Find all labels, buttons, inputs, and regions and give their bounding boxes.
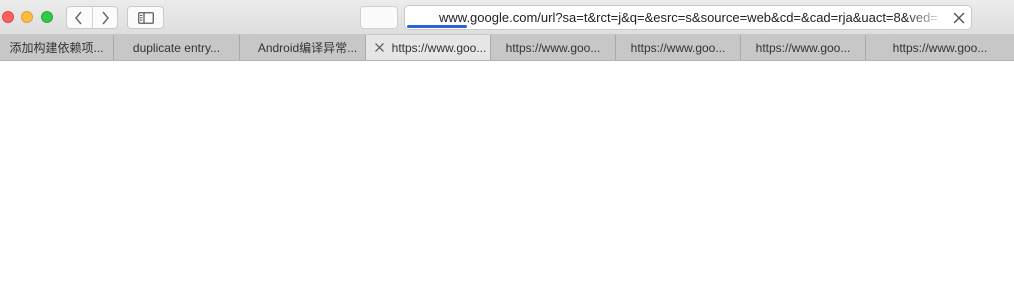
tab[interactable]: https://www.goo... (491, 35, 616, 60)
tab-label: 添加构建依赖项... (9, 41, 104, 55)
sidebar-toggle-button[interactable] (127, 6, 164, 29)
tab[interactable]: duplicate entry... (114, 35, 240, 60)
tab[interactable]: 添加构建依赖项... (0, 35, 114, 60)
tab-label: duplicate entry... (132, 40, 221, 55)
navigation-buttons (66, 6, 118, 29)
address-bar-url[interactable]: www.google.com/url?sa=t&rct=j&q=&esrc=s&… (439, 10, 939, 25)
sidebar-icon (137, 11, 154, 24)
window-close-button[interactable] (2, 11, 14, 23)
close-icon (953, 12, 964, 23)
window-zoom-button[interactable] (41, 11, 53, 23)
extension-button[interactable] (360, 6, 398, 29)
tab-label: https://www.goo... (892, 40, 988, 55)
tab-label: https://www.goo... (505, 40, 601, 55)
page-content (0, 61, 1014, 291)
chevron-left-icon (75, 10, 82, 25)
tab-active[interactable]: https://www.goo... (366, 35, 491, 60)
stop-loading-button[interactable] (950, 9, 967, 26)
url-fade (905, 7, 945, 28)
tab-label: https://www.goo... (630, 40, 726, 55)
back-button[interactable] (67, 7, 92, 28)
tab[interactable]: https://www.goo... (616, 35, 741, 60)
tab[interactable]: https://www.goo... (741, 35, 866, 60)
tab[interactable]: https://www.goo... (866, 35, 1014, 60)
browser-toolbar: www.google.com/url?sa=t&rct=j&q=&esrc=s&… (0, 0, 1014, 35)
forward-button[interactable] (91, 7, 118, 28)
tab-label: https://www.goo... (391, 40, 487, 55)
tab-label: Android编译异常... (257, 41, 358, 55)
address-bar[interactable]: www.google.com/url?sa=t&rct=j&q=&esrc=s&… (404, 5, 972, 30)
page-load-progress (407, 25, 467, 28)
tab[interactable]: Android编译异常... (240, 35, 366, 60)
window-minimize-button[interactable] (21, 11, 33, 23)
tab-close-button[interactable] (372, 40, 386, 54)
close-icon (374, 42, 384, 52)
chevron-right-icon (102, 10, 109, 25)
tab-bar: 添加构建依赖项... duplicate entry... Android编译异… (0, 35, 1014, 61)
tab-label: https://www.goo... (755, 40, 851, 55)
